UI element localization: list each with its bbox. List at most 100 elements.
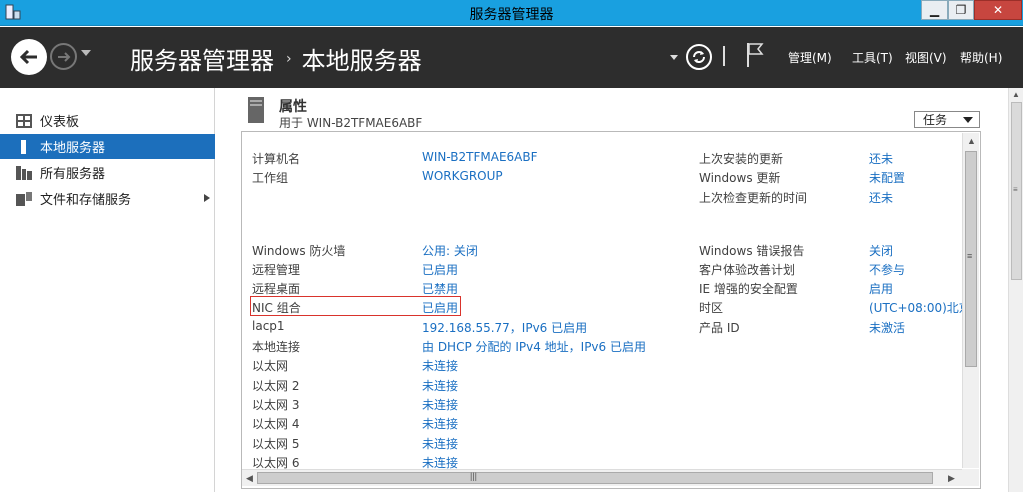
title-bar: 服务器管理器 ▁ ❐ ✕	[0, 0, 1023, 26]
scroll-up-icon[interactable]: ▲	[1012, 90, 1020, 99]
prop-value-local-connection[interactable]: 由 DHCP 分配的 IPv4 地址，IPv6 已启用	[422, 338, 646, 355]
breadcrumb: 服务器管理器 › 本地服务器	[130, 41, 422, 76]
page-scrollbar[interactable]: ▲ ≡	[1008, 88, 1023, 492]
scroll-grip-icon: |||	[470, 471, 478, 481]
panel-vertical-scrollbar[interactable]: ▲ ≡	[962, 133, 979, 468]
forward-button[interactable]	[50, 43, 77, 70]
sidebar-item-label: 所有服务器	[40, 167, 106, 182]
window-title: 服务器管理器	[469, 6, 554, 22]
scroll-left-icon[interactable]: ◀	[246, 473, 253, 484]
prop-value-timezone[interactable]: (UTC+08:00)北京	[869, 299, 962, 316]
prop-value-remote-desktop[interactable]: 已禁用	[422, 280, 458, 297]
sidebar-item-all-servers[interactable]: 所有服务器	[0, 160, 215, 185]
prop-label-timezone: 时区	[699, 301, 724, 315]
minimize-button[interactable]: ▁	[921, 0, 948, 20]
chevron-down-icon	[963, 117, 973, 123]
prop-label-firewall: Windows 防火墙	[252, 244, 346, 258]
tasks-label: 任务	[923, 113, 948, 127]
dashboard-icon	[16, 113, 32, 128]
prop-label-local-connection: 本地连接	[252, 340, 301, 354]
prop-label-ethernet-4: 以太网 4	[252, 417, 300, 431]
tasks-dropdown[interactable]: 任务	[914, 111, 980, 128]
local-server-icon	[21, 139, 26, 154]
header-bar: 服务器管理器 › 本地服务器 管理(M) 工具(T) 视图(V) 帮助(H)	[0, 27, 1023, 88]
close-button[interactable]: ✕	[974, 0, 1022, 20]
all-servers-icon	[16, 165, 32, 180]
prop-label-ethernet: 以太网	[252, 359, 289, 373]
maximize-button[interactable]: ❐	[948, 0, 974, 20]
menu-manage[interactable]: 管理(M)	[788, 49, 832, 66]
header-divider	[723, 46, 725, 66]
scroll-grip-icon: ≡	[1013, 185, 1018, 194]
prop-label-product-id: 产品 ID	[699, 321, 740, 335]
prop-value-ethernet-2[interactable]: 未连接	[422, 377, 458, 394]
chevron-right-icon[interactable]	[204, 194, 210, 202]
prop-label-workgroup: 工作组	[252, 171, 289, 185]
prop-value-ie-esc[interactable]: 启用	[869, 280, 893, 297]
menu-tools[interactable]: 工具(T)	[852, 49, 893, 66]
prop-label-remote-management: 远程管理	[252, 263, 301, 277]
prop-value-last-check[interactable]: 还未	[869, 189, 893, 206]
breadcrumb-separator: ›	[286, 50, 292, 67]
prop-value-workgroup[interactable]: WORKGROUP	[422, 169, 503, 183]
prop-label-last-check: 上次检查更新的时间	[699, 191, 808, 205]
prop-value-ceip[interactable]: 不参与	[869, 261, 905, 278]
menu-view[interactable]: 视图(V)	[905, 49, 947, 66]
sidebar-item-label: 仪表板	[40, 115, 80, 130]
nic-teaming-highlight	[250, 296, 461, 316]
file-storage-icon	[16, 191, 32, 206]
refresh-icon	[693, 51, 705, 63]
properties-server-icon	[248, 97, 264, 123]
refresh-button[interactable]	[686, 44, 712, 70]
sidebar-item-label: 文件和存储服务	[40, 193, 132, 208]
prop-label-remote-desktop: 远程桌面	[252, 282, 301, 296]
prop-label-ethernet-3: 以太网 3	[252, 398, 300, 412]
close-icon: ✕	[992, 3, 1004, 17]
properties-subtitle: 用于 WIN-B2TFMAE6ABF	[279, 116, 423, 130]
arrow-left-icon	[19, 49, 37, 65]
back-button[interactable]	[11, 39, 47, 75]
arrow-right-icon	[57, 51, 70, 62]
scrollbar-corner	[962, 469, 979, 486]
scroll-right-icon[interactable]: ▶	[948, 473, 955, 484]
prop-label-ceip: 客户体验改善计划	[699, 263, 796, 277]
prop-value-remote-management[interactable]: 已启用	[422, 261, 458, 278]
prop-value-last-update[interactable]: 还未	[869, 150, 893, 167]
prop-value-lacp1[interactable]: 192.168.55.77，IPv6 已启用	[422, 319, 587, 336]
prop-value-ethernet-4[interactable]: 未连接	[422, 415, 458, 432]
notifications-flag-icon[interactable]	[745, 42, 765, 68]
prop-label-error-reporting: Windows 错误报告	[699, 244, 805, 258]
scroll-up-icon[interactable]: ▲	[967, 136, 976, 146]
sidebar: 仪表板 本地服务器 所有服务器 文件和存储服务	[0, 88, 215, 492]
prop-label-last-update: 上次安装的更新	[699, 152, 784, 166]
prop-label-ethernet-5: 以太网 5	[252, 437, 300, 451]
sidebar-item-dashboard[interactable]: 仪表板	[0, 108, 215, 133]
prop-label-lacp1: lacp1	[252, 319, 285, 333]
prop-value-windows-update[interactable]: 未配置	[869, 169, 905, 186]
history-dropdown-icon[interactable]	[81, 50, 91, 56]
prop-value-error-reporting[interactable]: 关闭	[869, 242, 893, 259]
prop-value-computer-name[interactable]: WIN-B2TFMAE6ABF	[422, 150, 538, 164]
prop-value-ethernet[interactable]: 未连接	[422, 357, 458, 374]
breadcrumb-root[interactable]: 服务器管理器	[130, 41, 274, 76]
sidebar-item-file-storage[interactable]: 文件和存储服务	[0, 186, 215, 211]
panel-horizontal-scrollbar[interactable]: ◀ ||| ▶	[242, 469, 962, 486]
sidebar-item-local-server[interactable]: 本地服务器	[0, 134, 215, 159]
minimize-icon: ▁	[929, 3, 940, 17]
prop-label-computer-name: 计算机名	[252, 152, 301, 166]
sidebar-item-label: 本地服务器	[40, 141, 106, 156]
prop-label-ethernet-2: 以太网 2	[252, 379, 300, 393]
prop-value-firewall[interactable]: 公用: 关闭	[422, 242, 478, 259]
scroll-grip-icon: ≡	[967, 251, 973, 261]
properties-title: 属性	[279, 99, 307, 115]
breadcrumb-current: 本地服务器	[301, 47, 422, 75]
restore-icon: ❐	[955, 3, 967, 17]
breadcrumb-dropdown-icon[interactable]	[670, 55, 678, 60]
prop-value-ethernet-3[interactable]: 未连接	[422, 396, 458, 413]
scroll-thumb[interactable]	[257, 472, 933, 484]
prop-value-ethernet-5[interactable]: 未连接	[422, 435, 458, 452]
prop-label-windows-update: Windows 更新	[699, 171, 781, 185]
prop-value-product-id[interactable]: 未激活	[869, 319, 905, 336]
menu-help[interactable]: 帮助(H)	[960, 49, 1002, 66]
prop-label-ie-esc: IE 增强的安全配置	[699, 282, 798, 296]
